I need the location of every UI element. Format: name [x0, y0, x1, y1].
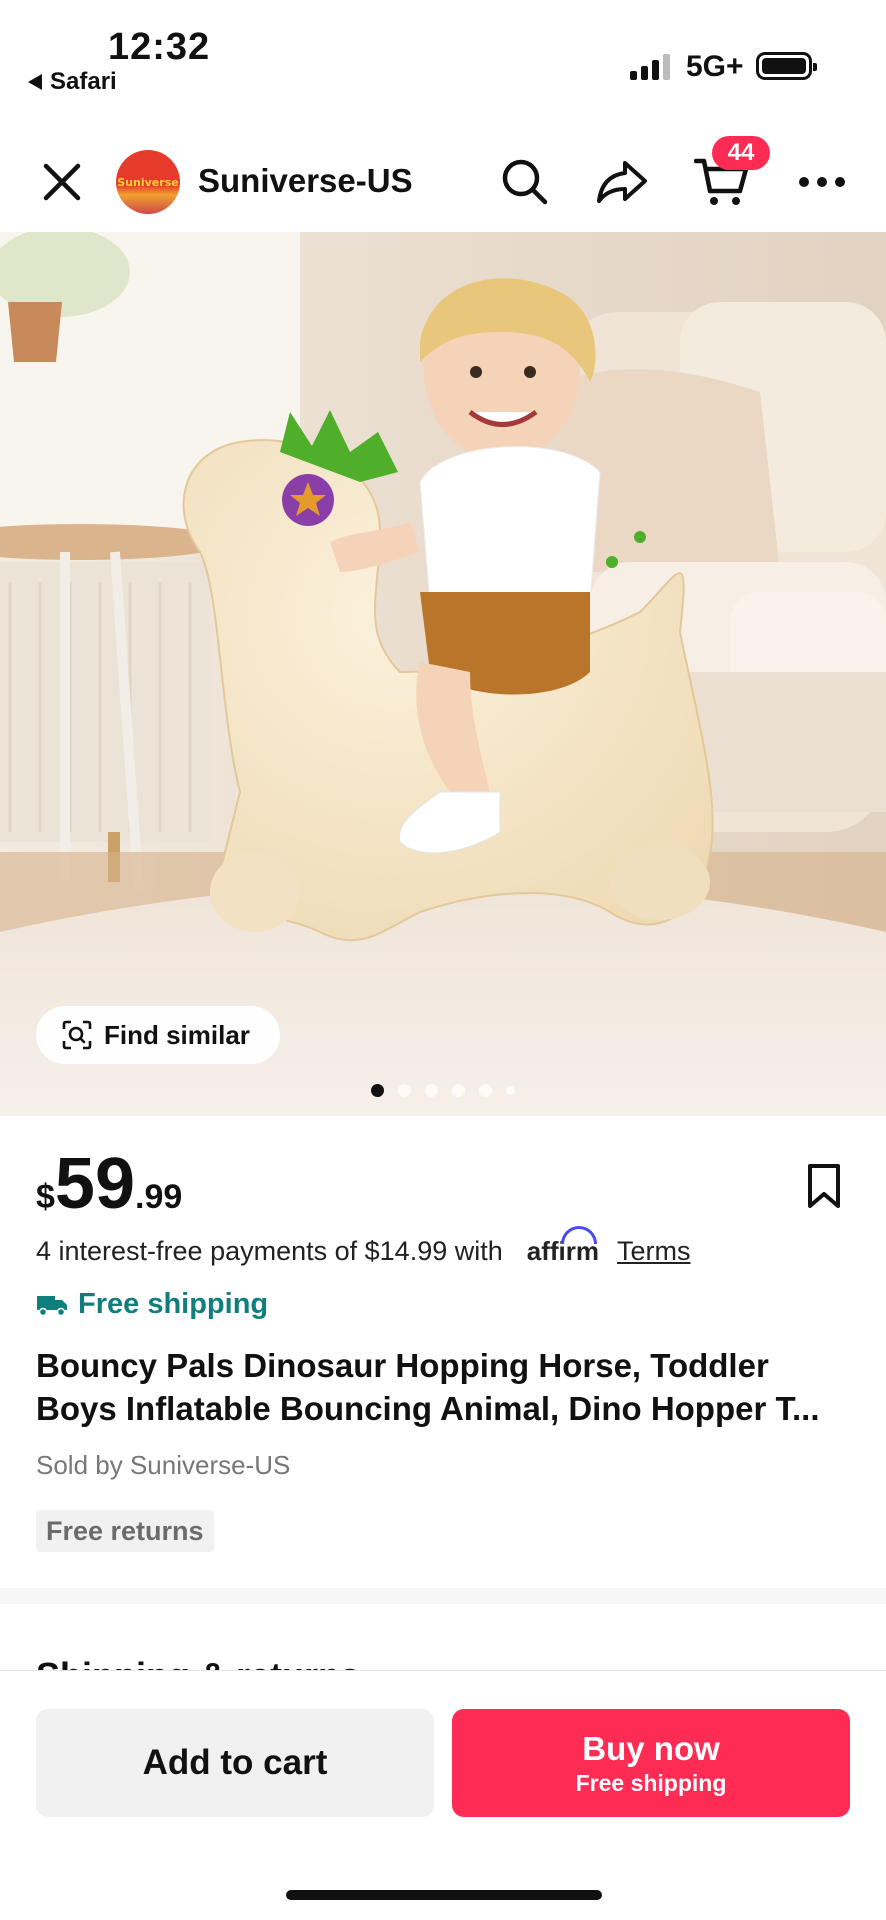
status-bar: 12:32 Safari 5G+ [0, 0, 886, 120]
status-time: 12:32 [108, 26, 211, 68]
pagination-dot[interactable] [398, 1084, 411, 1097]
add-to-cart-button[interactable]: Add to cart [36, 1709, 434, 1817]
bottom-action-bar: Add to cart Buy now Free shipping [0, 1670, 886, 1920]
free-shipping-row[interactable]: Free shipping [36, 1288, 268, 1321]
back-app-label: Safari [50, 68, 117, 95]
bookmark-icon[interactable] [804, 1162, 844, 1210]
store-logo-text: Suniverse [117, 175, 179, 189]
share-icon[interactable] [594, 154, 650, 210]
buy-now-button[interactable]: Buy now Free shipping [452, 1709, 850, 1817]
store-name[interactable]: Suniverse-US [198, 162, 413, 200]
close-icon[interactable] [40, 160, 84, 204]
find-similar-label: Find similar [104, 1019, 250, 1050]
sold-by[interactable]: Sold by Suniverse-US [36, 1450, 290, 1481]
gallery-pagination [0, 1084, 886, 1097]
pagination-dot[interactable] [425, 1084, 438, 1097]
image-search-icon [62, 1020, 92, 1050]
find-similar-button[interactable]: Find similar [36, 1006, 280, 1064]
pagination-dot[interactable] [452, 1084, 465, 1097]
terms-link[interactable]: Terms [617, 1236, 691, 1267]
back-arrow-icon [28, 74, 42, 90]
affirm-logo: affirm [527, 1226, 599, 1267]
top-nav-bar: Suniverse Suniverse-US 44 [0, 130, 886, 232]
cart-count-badge: 44 [712, 136, 770, 170]
price-currency: $ [36, 1178, 55, 1216]
free-returns-badge: Free returns [36, 1510, 214, 1552]
cellular-signal-icon [630, 54, 670, 80]
pagination-dot[interactable] [479, 1084, 492, 1097]
buy-now-sublabel: Free shipping [575, 1769, 727, 1796]
product-title[interactable]: Bouncy Pals Dinosaur Hopping Horse, Todd… [36, 1344, 856, 1430]
pagination-dot[interactable] [506, 1086, 515, 1095]
section-divider [0, 1588, 886, 1604]
installment-info: 4 interest-free payments of $14.99 with … [36, 1226, 691, 1267]
more-icon[interactable] [794, 154, 850, 210]
pagination-dot[interactable] [371, 1084, 384, 1097]
back-to-safari[interactable]: Safari [28, 68, 117, 96]
truck-icon [37, 1295, 67, 1316]
product-photo [0, 232, 886, 1116]
product-price: $ 59 .99 [36, 1148, 182, 1220]
installments-text: 4 interest-free payments of $14.99 with [36, 1236, 503, 1266]
network-type: 5G+ [686, 50, 744, 83]
battery-icon [756, 52, 817, 80]
product-image-gallery[interactable]: Find similar [0, 232, 886, 1116]
free-shipping-label: Free shipping [78, 1288, 269, 1320]
home-indicator[interactable] [286, 1890, 602, 1900]
search-icon[interactable] [497, 154, 553, 210]
price-decimal: .99 [135, 1178, 183, 1216]
store-logo[interactable]: Suniverse [116, 150, 180, 214]
buy-now-label: Buy now [582, 1729, 720, 1767]
price-integer: 59 [54, 1144, 136, 1224]
